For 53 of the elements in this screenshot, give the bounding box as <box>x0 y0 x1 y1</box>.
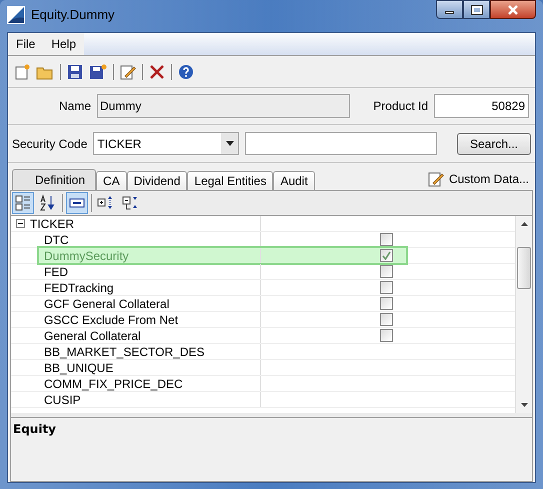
vertical-scrollbar[interactable] <box>515 216 532 413</box>
checkbox[interactable] <box>380 297 393 310</box>
save-icon[interactable] <box>67 64 83 80</box>
product-id-field[interactable]: 50829 <box>434 94 529 118</box>
checkbox[interactable] <box>380 265 393 278</box>
minimize-button[interactable] <box>436 0 463 19</box>
search-button[interactable]: Search... <box>457 132 531 154</box>
custom-data-button[interactable]: Custom Data... <box>428 170 531 188</box>
app-logo-icon <box>7 6 25 24</box>
category-label: TICKER <box>30 216 74 232</box>
property-name[interactable]: CUSIP <box>11 392 261 407</box>
scroll-thumb[interactable] <box>517 247 531 289</box>
edit-pencil-icon[interactable] <box>120 64 136 80</box>
maximize-button[interactable] <box>463 0 490 19</box>
property-name[interactable]: General Collateral <box>11 328 261 343</box>
product-id-label: Product Id <box>373 98 429 115</box>
new-document-icon[interactable] <box>14 64 30 80</box>
tab[interactable]: Audit <box>273 171 315 190</box>
tab[interactable]: Dividend <box>126 171 188 190</box>
categorized-view-icon[interactable] <box>12 192 34 214</box>
help-icon[interactable] <box>178 64 194 80</box>
property-name[interactable]: GSCC Exclude From Net <box>11 312 261 327</box>
window-title: Equity.Dummy <box>31 6 115 24</box>
security-code-input[interactable] <box>245 132 438 155</box>
delete-icon[interactable] <box>149 64 165 80</box>
property-name[interactable]: BB_MARKET_SECTOR_DES <box>11 344 261 359</box>
security-code-dropdown[interactable]: TICKER <box>93 132 240 155</box>
description-title: Equity <box>13 422 56 436</box>
property-name[interactable]: GCF General Collateral <box>11 296 261 311</box>
property-name[interactable]: COMM_FIX_PRICE_DEC <box>11 376 261 391</box>
checkbox[interactable] <box>380 329 393 342</box>
tab[interactable]: CA <box>96 171 127 190</box>
name-field[interactable]: Dummy <box>97 94 350 118</box>
name-label: Name <box>58 98 92 115</box>
checkbox[interactable] <box>380 281 393 294</box>
save-new-icon[interactable] <box>89 64 107 80</box>
menu-item[interactable]: File <box>8 33 44 55</box>
close-button[interactable] <box>490 0 536 19</box>
security-code-label: Security Code <box>12 136 88 152</box>
collapse-toggle-icon[interactable] <box>16 219 25 228</box>
tab[interactable]: Legal Entities <box>187 171 274 190</box>
checkbox[interactable] <box>380 233 393 246</box>
checkbox[interactable] <box>380 249 393 262</box>
property-pages-icon[interactable] <box>66 192 88 214</box>
edit-pencil-icon <box>428 170 444 186</box>
property-name[interactable]: FEDTracking <box>11 280 261 295</box>
tab[interactable]: Definition <box>12 169 96 190</box>
checkbox[interactable] <box>380 313 393 326</box>
property-name[interactable]: BB_UNIQUE <box>11 360 261 375</box>
property-name[interactable]: FED <box>11 264 261 279</box>
close-icon <box>508 4 518 14</box>
caret-icon <box>226 141 234 146</box>
menu-item[interactable]: Help <box>43 33 84 55</box>
